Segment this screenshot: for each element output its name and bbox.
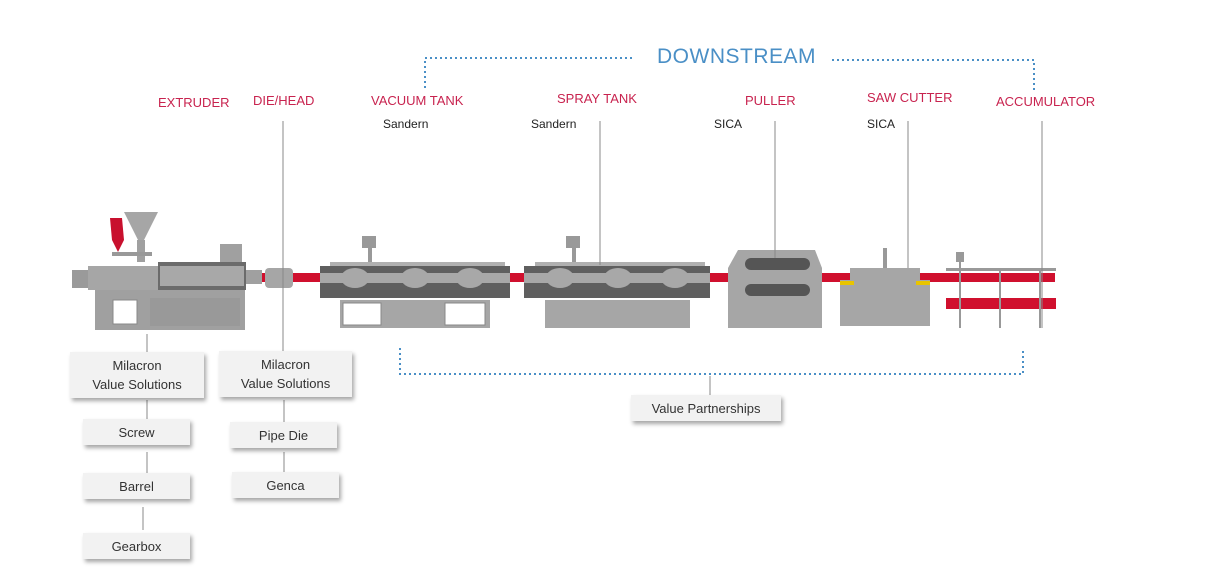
extruder-screw-box: Screw: [83, 419, 190, 445]
vacuum-tank-machine: [320, 236, 510, 328]
downstream-bracket-left: [424, 57, 632, 88]
extruder-machine: [72, 212, 293, 330]
vendor-puller: SICA: [714, 117, 743, 131]
saw-cutter-machine: [840, 248, 930, 326]
extruder-milacron-box: Milacron Value Solutions: [70, 352, 204, 398]
die-milacron-box: Milacron Value Solutions: [219, 351, 352, 397]
die-pipe-die-box: Pipe Die: [230, 422, 337, 448]
value-partnerships-bracket: [399, 348, 1024, 375]
downstream-title: DOWNSTREAM: [657, 45, 816, 68]
puller-machine: [728, 250, 822, 328]
stage-label-spray-tank: SPRAY TANK: [557, 91, 637, 106]
spray-tank-machine: [524, 236, 710, 328]
downstream-bracket-right: [832, 59, 1035, 92]
value-partnerships-box: Value Partnerships: [631, 395, 781, 421]
stage-label-die-head: DIE/HEAD: [253, 93, 315, 108]
stage-label-accumulator: ACCUMULATOR: [996, 94, 1096, 109]
stage-label-extruder: EXTRUDER: [158, 95, 230, 110]
vendor-spray-tank: Sandern: [531, 117, 577, 131]
extruder-gearbox-box: Gearbox: [83, 533, 190, 559]
stage-label-vacuum-tank: VACUUM TANK: [371, 93, 464, 108]
accumulator-machine: [946, 252, 1056, 328]
vendor-vacuum-tank: Sandern: [383, 117, 429, 131]
stage-label-puller: PULLER: [745, 93, 796, 108]
extruder-barrel-box: Barrel: [83, 473, 190, 499]
die-genca-box: Genca: [232, 472, 339, 498]
vendor-saw-cutter: SICA: [867, 117, 896, 131]
stage-label-saw-cutter: SAW CUTTER: [867, 90, 953, 105]
